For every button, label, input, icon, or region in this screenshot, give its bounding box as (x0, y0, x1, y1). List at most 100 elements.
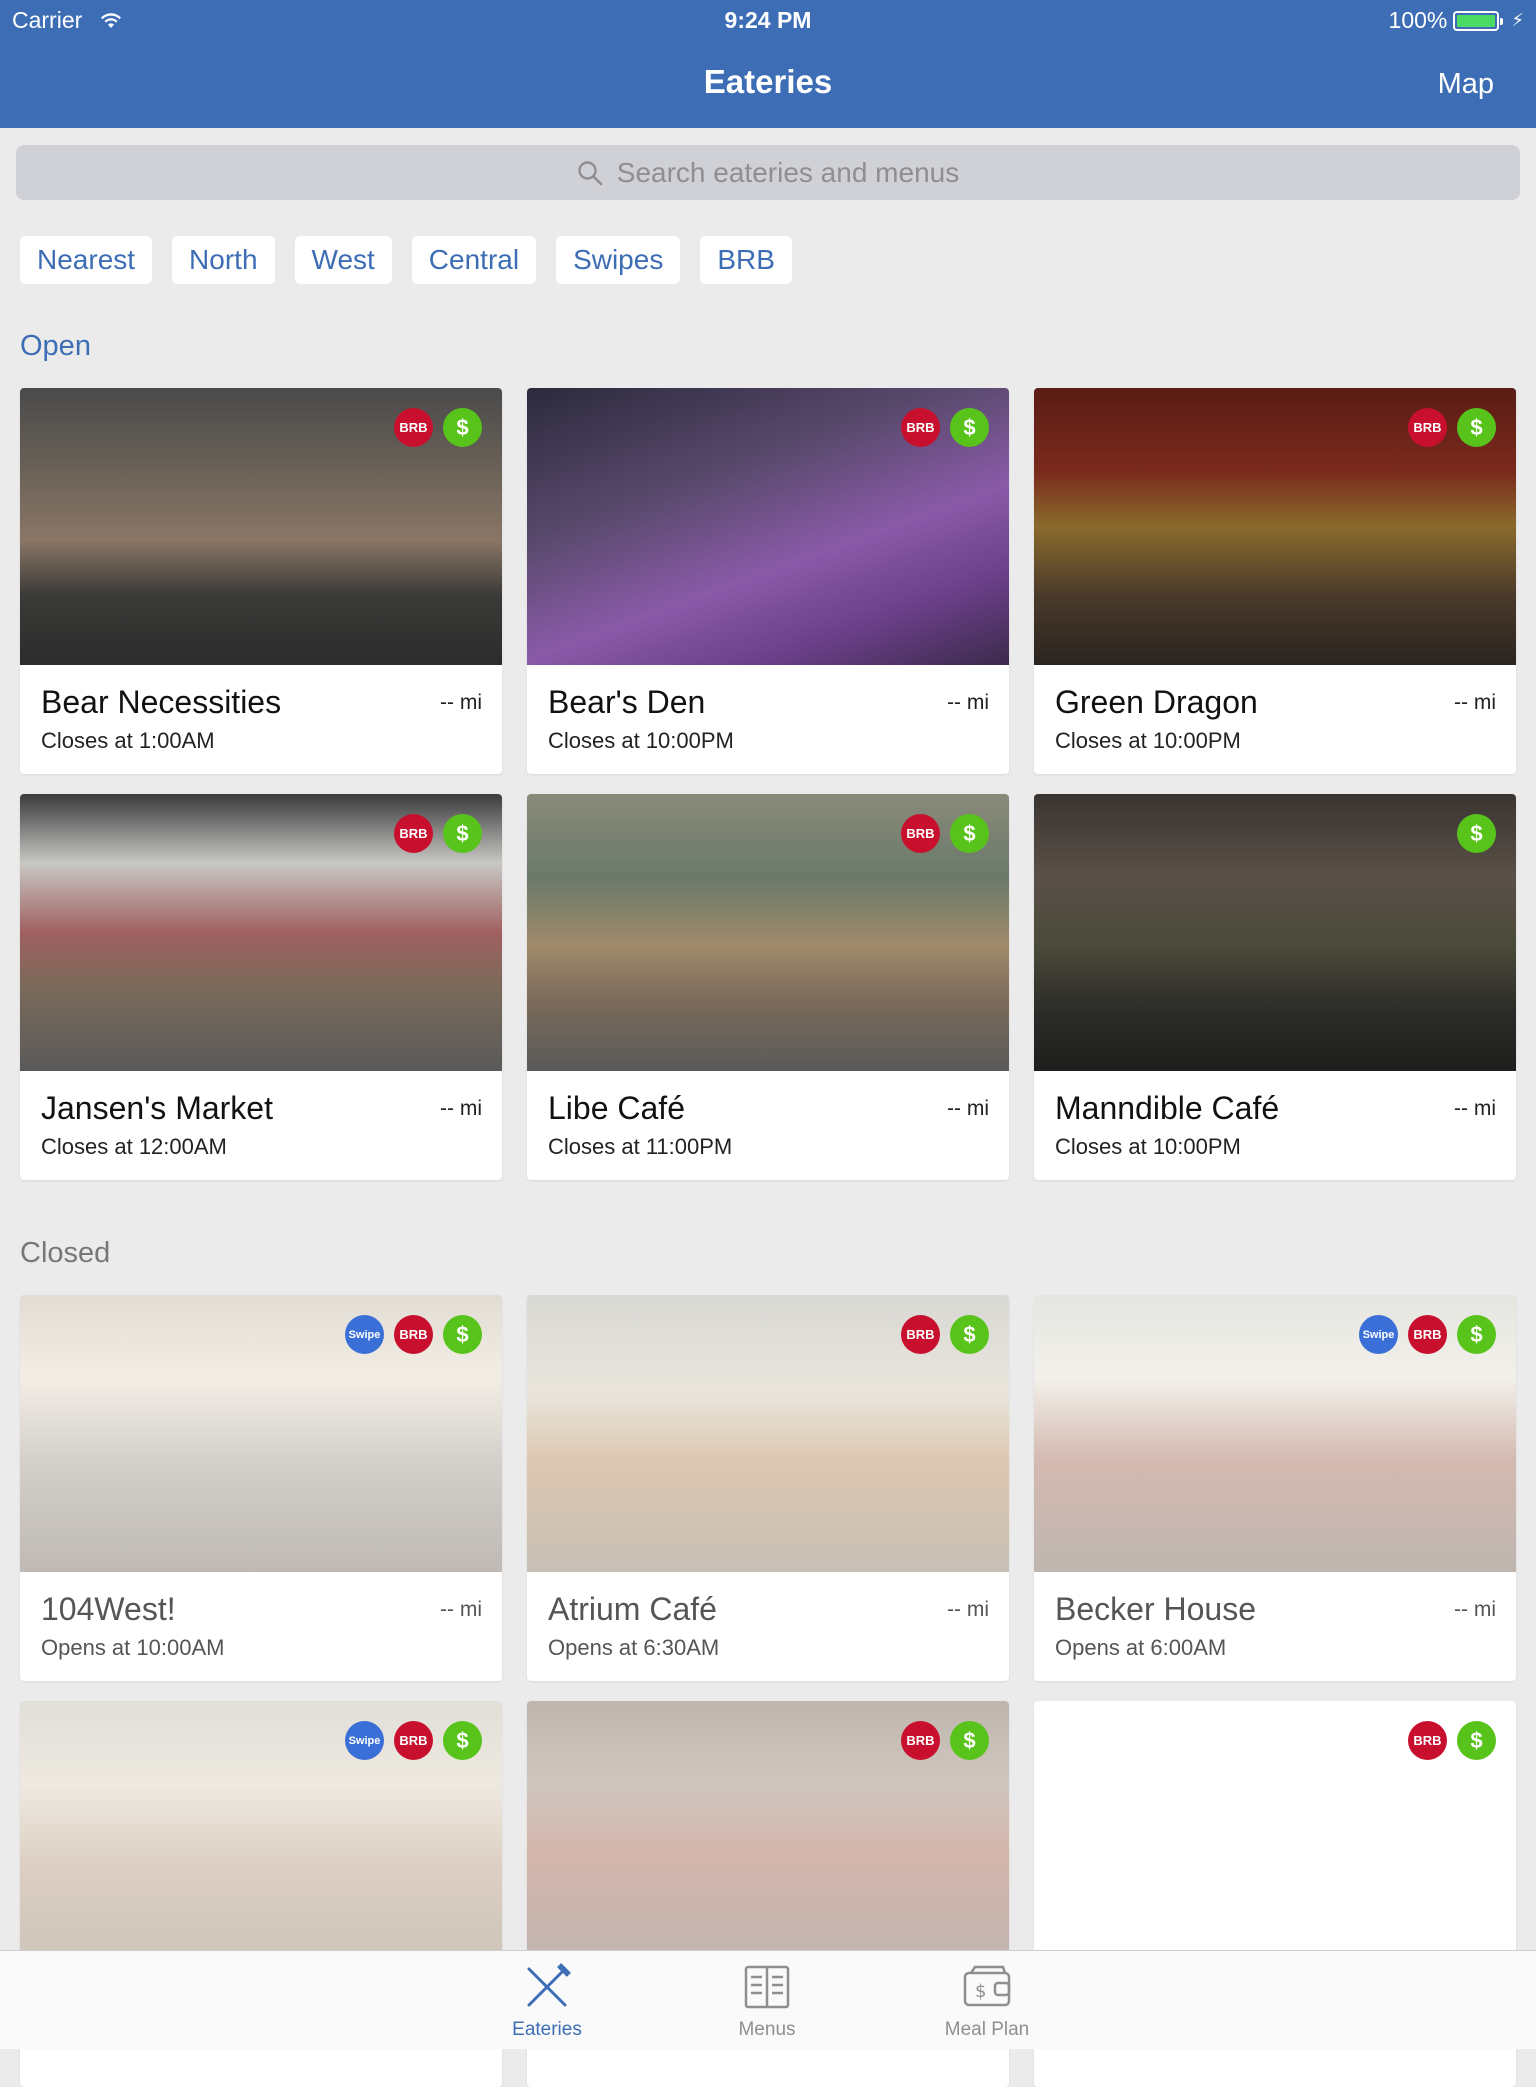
brb-badge: BRB (901, 408, 940, 447)
eatery-name: Bear's Den (548, 684, 706, 720)
dollar-badge: $ (443, 408, 482, 447)
tab-eateries[interactable]: Eateries (472, 1961, 622, 2041)
filter-central[interactable]: Central (411, 236, 537, 284)
dollar-badge: $ (1457, 814, 1496, 853)
eatery-distance: -- mi (1454, 691, 1496, 714)
tab-meal-plan[interactable]: $ Meal Plan (912, 1961, 1062, 2041)
navigation-bar: Carrier 9:24 PM 100% ⚡ Eateries Map (0, 0, 1536, 128)
eatery-distance: -- mi (440, 1097, 482, 1120)
eatery-name: Green Dragon (1055, 684, 1258, 720)
charging-icon: ⚡ (1511, 10, 1524, 30)
dollar-badge: $ (1457, 1721, 1496, 1760)
eatery-distance: -- mi (1454, 1097, 1496, 1120)
search-placeholder: Search eateries and menus (616, 156, 960, 188)
eatery-hours: Closes at 10:00PM (1055, 1134, 1241, 1159)
eatery-hours: Closes at 11:00PM (548, 1134, 733, 1159)
brb-badge: BRB (394, 1315, 433, 1354)
payment-badges: Swipe BRB $ (345, 1721, 482, 1760)
payment-badges: Swipe BRB $ (345, 1315, 482, 1354)
eatery-distance: -- mi (440, 1598, 482, 1621)
tab-label: Eateries (512, 2019, 582, 2040)
eatery-hours: Closes at 12:00AM (41, 1134, 227, 1159)
eatery-distance: -- mi (1454, 1598, 1496, 1621)
eatery-card[interactable]: BRB $ Libe Café -- mi Closes at 11:00PM (527, 794, 1009, 1180)
dollar-badge: $ (950, 814, 989, 853)
payment-badges: $ (1457, 814, 1496, 853)
eatery-distance: -- mi (440, 691, 482, 714)
eatery-hours: Opens at 6:30AM (548, 1635, 720, 1660)
status-bar: Carrier 9:24 PM 100% ⚡ (0, 0, 1536, 40)
eatery-card[interactable]: Swipe BRB $ Becker House -- mi Opens at … (1034, 1295, 1516, 1681)
eatery-name: Atrium Café (548, 1591, 717, 1627)
filter-brb[interactable]: BRB (700, 236, 792, 284)
eatery-hours: Opens at 10:00AM (41, 1635, 225, 1660)
payment-badges: BRB $ (901, 1721, 989, 1760)
eatery-name: 104West! (41, 1591, 176, 1627)
brb-badge: BRB (394, 408, 433, 447)
brb-badge: BRB (1408, 1721, 1447, 1760)
payment-badges: Swipe BRB $ (1359, 1315, 1496, 1354)
dollar-badge: $ (950, 1315, 989, 1354)
open-eateries-grid: BRB $ Bear Necessities -- mi Closes at 1… (20, 388, 1516, 1180)
brb-badge: BRB (901, 1315, 940, 1354)
eatery-card[interactable]: $ Manndible Café -- mi Closes at 10:00PM (1034, 794, 1516, 1180)
battery-icon (1453, 10, 1504, 31)
eatery-name: Bear Necessities (41, 684, 282, 720)
dollar-badge: $ (1457, 408, 1496, 447)
tab-menus[interactable]: Menus (692, 1961, 842, 2041)
payment-badges: BRB $ (394, 408, 482, 447)
payment-badges: BRB $ (394, 814, 482, 853)
payment-badges: BRB $ (1408, 408, 1496, 447)
dollar-badge: $ (443, 1315, 482, 1354)
eatery-name: Manndible Café (1055, 1090, 1280, 1126)
tab-label: Menus (738, 2019, 796, 2040)
filter-bar: Nearest North West Central Swipes BRB (20, 236, 792, 284)
eatery-hours: Closes at 1:00AM (41, 728, 215, 753)
brb-badge: BRB (901, 1721, 940, 1760)
dollar-badge: $ (443, 1721, 482, 1760)
eatery-hours: Closes at 10:00PM (1055, 728, 1241, 753)
brb-badge: BRB (394, 1721, 433, 1760)
eatery-hours: Closes at 10:00PM (548, 728, 734, 753)
swipe-badge: Swipe (345, 1721, 384, 1760)
map-button[interactable]: Map (1438, 68, 1494, 101)
eatery-card[interactable]: Swipe BRB $ 104West! -- mi Opens at 10:0… (20, 1295, 502, 1681)
brb-badge: BRB (901, 814, 940, 853)
eatery-distance: -- mi (947, 1097, 989, 1120)
closed-section-header: Closed (20, 1237, 111, 1269)
eatery-card[interactable]: BRB $ Bear Necessities -- mi Closes at 1… (20, 388, 502, 774)
dollar-badge: $ (950, 408, 989, 447)
battery-percent: 100% (1388, 7, 1448, 33)
filter-swipes[interactable]: Swipes (556, 236, 681, 284)
swipe-badge: Swipe (1359, 1315, 1398, 1354)
eatery-card[interactable]: BRB $ Bear's Den -- mi Closes at 10:00PM (527, 388, 1009, 774)
eatery-name: Becker House (1055, 1591, 1256, 1627)
page-title: Eateries (703, 63, 833, 100)
payment-badges: BRB $ (901, 408, 989, 447)
eatery-distance: -- mi (947, 1598, 989, 1621)
open-section-header: Open (20, 330, 91, 362)
eatery-card[interactable]: BRB $ Atrium Café -- mi Opens at 6:30AM (527, 1295, 1009, 1681)
swipe-badge: Swipe (345, 1315, 384, 1354)
fork-knife-icon (527, 1963, 571, 2007)
eatery-card[interactable]: BRB $ Jansen's Market -- mi Closes at 12… (20, 794, 502, 1180)
brb-badge: BRB (1408, 408, 1447, 447)
dollar-badge: $ (1457, 1315, 1496, 1354)
wallet-icon: $ (963, 1965, 1011, 2007)
tab-label: Meal Plan (944, 2019, 1030, 2040)
eatery-name: Libe Café (548, 1090, 685, 1126)
search-icon (578, 160, 603, 185)
dollar-badge: $ (950, 1721, 989, 1760)
eatery-distance: -- mi (947, 691, 989, 714)
dollar-badge: $ (443, 814, 482, 853)
filter-west[interactable]: West (294, 236, 392, 284)
brb-badge: BRB (1408, 1315, 1447, 1354)
eatery-name: Jansen's Market (41, 1090, 273, 1126)
eatery-card[interactable]: BRB $ Green Dragon -- mi Closes at 10:00… (1034, 388, 1516, 774)
search-input[interactable]: Search eateries and menus (16, 145, 1520, 200)
payment-badges: BRB $ (1408, 1721, 1496, 1760)
eatery-hours: Opens at 6:00AM (1055, 1635, 1227, 1660)
filter-north[interactable]: North (172, 236, 275, 284)
battery-status: 100% ⚡ (1389, 7, 1524, 34)
filter-nearest[interactable]: Nearest (20, 236, 153, 284)
